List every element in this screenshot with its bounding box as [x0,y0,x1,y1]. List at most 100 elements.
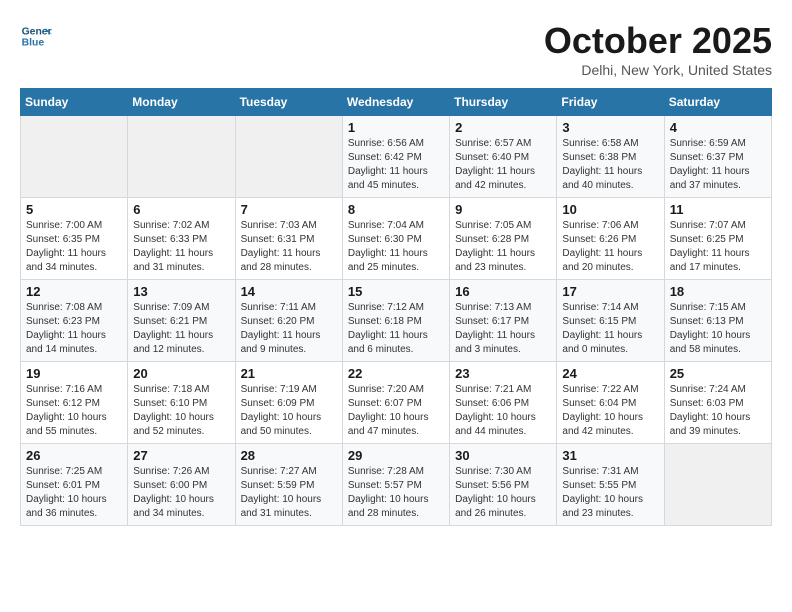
day-number: 26 [26,448,122,463]
calendar-cell: 13 Sunrise: 7:09 AM Sunset: 6:21 PM Dayli… [128,280,235,362]
calendar-cell: 26 Sunrise: 7:25 AM Sunset: 6:01 PM Dayli… [21,444,128,526]
calendar-cell: 9 Sunrise: 7:05 AM Sunset: 6:28 PM Daylig… [450,198,557,280]
calendar-cell: 14 Sunrise: 7:11 AM Sunset: 6:20 PM Dayli… [235,280,342,362]
calendar-body: 1Sunrise: 6:56 AM Sunset: 6:42 PM Daylig… [21,116,772,526]
day-info: Sunrise: 7:11 AM Sunset: 6:20 PM Dayligh… [241,301,337,357]
day-number: 30 [455,448,551,463]
calendar-cell: 20Sunrise: 7:18 AM Sunset: 6:10 PM Dayli… [128,362,235,444]
logo-icon: General Blue [20,20,52,52]
calendar-cell: 24 Sunrise: 7:22 AM Sunset: 6:04 PM Dayli… [557,362,664,444]
day-info: Sunrise: 7:05 AM Sunset: 6:28 PM Dayligh… [455,219,551,275]
day-info: Sunrise: 6:57 AM Sunset: 6:40 PM Dayligh… [455,137,551,193]
day-info: Sunrise: 7:09 AM Sunset: 6:21 PM Dayligh… [133,301,229,357]
weekday-header: Thursday [450,89,557,116]
header: General Blue October 2025 Delhi, New Yor… [20,20,772,78]
day-info: Sunrise: 6:58 AM Sunset: 6:38 PM Dayligh… [562,137,658,193]
calendar-cell [21,116,128,198]
location-subtitle: Delhi, New York, United States [544,62,772,78]
day-number: 24 [562,366,658,381]
calendar-header: SundayMondayTuesdayWednesdayThursdayFrid… [21,89,772,116]
calendar-cell: 11Sunrise: 7:07 AM Sunset: 6:25 PM Dayli… [664,198,771,280]
calendar-cell: 23Sunrise: 7:21 AM Sunset: 6:06 PM Dayli… [450,362,557,444]
calendar-cell: 16 Sunrise: 7:13 AM Sunset: 6:17 PM Dayli… [450,280,557,362]
calendar-cell: 29 Sunrise: 7:28 AM Sunset: 5:57 PM Dayli… [342,444,449,526]
calendar-cell: 3 Sunrise: 6:58 AM Sunset: 6:38 PM Daylig… [557,116,664,198]
calendar-cell: 12 Sunrise: 7:08 AM Sunset: 6:23 PM Dayli… [21,280,128,362]
day-number: 12 [26,284,122,299]
day-info: Sunrise: 7:14 AM Sunset: 6:15 PM Dayligh… [562,301,658,357]
day-number: 29 [348,448,444,463]
weekday-header: Monday [128,89,235,116]
day-info: Sunrise: 7:31 AM Sunset: 5:55 PM Dayligh… [562,465,658,521]
day-number: 21 [241,366,337,381]
header-row: SundayMondayTuesdayWednesdayThursdayFrid… [21,89,772,116]
calendar-cell: 7 Sunrise: 7:03 AM Sunset: 6:31 PM Daylig… [235,198,342,280]
calendar-week-row: 5 Sunrise: 7:00 AM Sunset: 6:35 PM Daylig… [21,198,772,280]
title-area: October 2025 Delhi, New York, United Sta… [544,20,772,78]
day-number: 13 [133,284,229,299]
calendar-cell: 31 Sunrise: 7:31 AM Sunset: 5:55 PM Dayli… [557,444,664,526]
day-number: 17 [562,284,658,299]
calendar-cell: 6 Sunrise: 7:02 AM Sunset: 6:33 PM Daylig… [128,198,235,280]
calendar-week-row: 19Sunrise: 7:16 AM Sunset: 6:12 PM Dayli… [21,362,772,444]
svg-text:Blue: Blue [22,38,45,49]
day-number: 16 [455,284,551,299]
day-info: Sunrise: 6:59 AM Sunset: 6:37 PM Dayligh… [670,137,766,193]
day-info: Sunrise: 7:07 AM Sunset: 6:25 PM Dayligh… [670,219,766,275]
calendar-cell: 2 Sunrise: 6:57 AM Sunset: 6:40 PM Daylig… [450,116,557,198]
day-info: Sunrise: 7:06 AM Sunset: 6:26 PM Dayligh… [562,219,658,275]
day-number: 18 [670,284,766,299]
calendar-cell: 4Sunrise: 6:59 AM Sunset: 6:37 PM Daylig… [664,116,771,198]
day-info: Sunrise: 7:08 AM Sunset: 6:23 PM Dayligh… [26,301,122,357]
calendar-cell: 21 Sunrise: 7:19 AM Sunset: 6:09 PM Dayli… [235,362,342,444]
day-info: Sunrise: 7:19 AM Sunset: 6:09 PM Dayligh… [241,383,337,439]
weekday-header: Wednesday [342,89,449,116]
day-number: 15 [348,284,444,299]
logo: General Blue [20,20,52,52]
weekday-header: Tuesday [235,89,342,116]
calendar-cell: 1Sunrise: 6:56 AM Sunset: 6:42 PM Daylig… [342,116,449,198]
calendar-cell: 17 Sunrise: 7:14 AM Sunset: 6:15 PM Dayli… [557,280,664,362]
calendar-cell [235,116,342,198]
day-info: Sunrise: 7:25 AM Sunset: 6:01 PM Dayligh… [26,465,122,521]
day-info: Sunrise: 7:13 AM Sunset: 6:17 PM Dayligh… [455,301,551,357]
day-number: 7 [241,202,337,217]
day-number: 22 [348,366,444,381]
calendar-cell: 5 Sunrise: 7:00 AM Sunset: 6:35 PM Daylig… [21,198,128,280]
calendar-cell: 30 Sunrise: 7:30 AM Sunset: 5:56 PM Dayli… [450,444,557,526]
day-number: 20 [133,366,229,381]
day-number: 5 [26,202,122,217]
calendar-cell: 22 Sunrise: 7:20 AM Sunset: 6:07 PM Dayli… [342,362,449,444]
day-number: 28 [241,448,337,463]
weekday-header: Sunday [21,89,128,116]
weekday-header: Saturday [664,89,771,116]
weekday-header: Friday [557,89,664,116]
day-number: 1 [348,120,444,135]
calendar-cell: 28 Sunrise: 7:27 AM Sunset: 5:59 PM Dayli… [235,444,342,526]
day-info: Sunrise: 7:00 AM Sunset: 6:35 PM Dayligh… [26,219,122,275]
day-number: 14 [241,284,337,299]
day-number: 8 [348,202,444,217]
day-info: Sunrise: 7:03 AM Sunset: 6:31 PM Dayligh… [241,219,337,275]
day-number: 2 [455,120,551,135]
calendar-cell: 27Sunrise: 7:26 AM Sunset: 6:00 PM Dayli… [128,444,235,526]
calendar-cell: 8 Sunrise: 7:04 AM Sunset: 6:30 PM Daylig… [342,198,449,280]
day-number: 10 [562,202,658,217]
day-info: Sunrise: 7:28 AM Sunset: 5:57 PM Dayligh… [348,465,444,521]
calendar-cell [128,116,235,198]
calendar-cell: 10 Sunrise: 7:06 AM Sunset: 6:26 PM Dayli… [557,198,664,280]
day-info: Sunrise: 7:26 AM Sunset: 6:00 PM Dayligh… [133,465,229,521]
day-number: 31 [562,448,658,463]
day-number: 25 [670,366,766,381]
day-info: Sunrise: 7:27 AM Sunset: 5:59 PM Dayligh… [241,465,337,521]
calendar-cell: 15Sunrise: 7:12 AM Sunset: 6:18 PM Dayli… [342,280,449,362]
day-number: 9 [455,202,551,217]
day-number: 6 [133,202,229,217]
day-info: Sunrise: 7:04 AM Sunset: 6:30 PM Dayligh… [348,219,444,275]
calendar-week-row: 26 Sunrise: 7:25 AM Sunset: 6:01 PM Dayli… [21,444,772,526]
day-info: Sunrise: 7:02 AM Sunset: 6:33 PM Dayligh… [133,219,229,275]
day-number: 3 [562,120,658,135]
day-info: Sunrise: 7:30 AM Sunset: 5:56 PM Dayligh… [455,465,551,521]
day-info: Sunrise: 7:20 AM Sunset: 6:07 PM Dayligh… [348,383,444,439]
day-info: Sunrise: 7:22 AM Sunset: 6:04 PM Dayligh… [562,383,658,439]
